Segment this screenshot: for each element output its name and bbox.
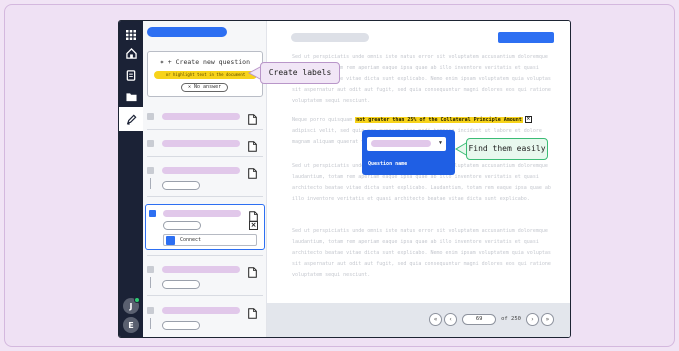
create-question-label[interactable]: ✶ + Create new question [148,58,262,66]
question-name-label: Question name [368,161,408,167]
document-icon[interactable] [248,110,257,129]
question-checkbox[interactable] [147,113,154,120]
document-paragraph: Sed ut perspiciatis unde omnis iste natu… [292,228,551,278]
divider [147,255,263,256]
sidebar-header-placeholder [147,27,227,37]
question-name-placeholder [371,140,431,147]
document-icon[interactable] [248,137,257,156]
answer-connector-line [150,277,151,288]
folder-icon[interactable] [123,89,139,105]
answer-connector-line [150,318,151,329]
avatar-initial: J [129,301,133,311]
question-name-placeholder [162,266,240,273]
selected-question-card[interactable]: × Connect [145,204,265,250]
close-icon[interactable]: × [249,221,258,230]
pen-icon[interactable] [119,107,143,131]
page-number-input[interactable]: 69 [462,313,497,325]
connect-button[interactable]: Connect [163,234,257,246]
document-icon[interactable] [123,67,139,83]
online-status-dot [134,297,140,303]
question-name-select[interactable]: ▼ [367,137,446,151]
document-icon[interactable] [248,164,257,183]
home-icon[interactable] [123,45,139,61]
document-icon[interactable] [248,263,257,282]
question-checkbox[interactable] [147,307,154,314]
document-title-placeholder [291,33,369,42]
page-total-label: of 250 [501,316,521,322]
question-name-placeholder [162,167,240,174]
question-checkbox[interactable] [147,140,154,147]
avatar[interactable]: J [123,297,140,314]
answer-field[interactable] [163,221,201,230]
answer-field[interactable] [162,321,200,330]
highlighted-text[interactable]: not greater than 25% of the Collateral P… [355,117,523,123]
close-icon[interactable]: × [524,116,532,123]
question-name-placeholder [162,113,240,120]
next-page-button[interactable]: › [526,312,539,326]
question-name-placeholder [162,307,240,314]
nav-rail: J E [119,21,143,337]
avatar-initial: E [128,320,134,330]
answer-connector-line [150,178,151,189]
question-name-placeholder [162,140,240,147]
question-name-placeholder [163,210,241,217]
divider [147,129,263,130]
app-window: J E ✶ + Create new question or highlight… [118,20,571,338]
pagination-bar: « ‹ 69 of 250 › » [267,303,570,337]
paragraph-text: Neque porro quisquam [292,117,353,123]
question-checkbox[interactable] [147,266,154,273]
question-checkbox-checked[interactable] [149,210,156,217]
prev-page-button[interactable]: ‹ [444,312,458,326]
grid-icon[interactable] [123,27,139,43]
find-easily-callout: Find them easily [466,138,548,160]
connect-label: Connect [180,237,202,243]
highlight-hint: or highlight text in the document [154,71,257,79]
primary-action-button[interactable] [498,32,554,43]
answer-field[interactable] [162,181,200,190]
question-checkbox[interactable] [147,167,154,174]
pagination: « ‹ 69 of 250 › » [429,312,554,326]
document-icon[interactable] [248,304,257,323]
connect-icon [166,236,175,245]
last-page-button[interactable]: » [541,312,554,326]
first-page-button[interactable]: « [429,312,443,326]
answer-field[interactable] [162,280,200,289]
create-labels-callout: Create labels [260,62,340,84]
create-question-card[interactable]: ✶ + Create new question or highlight tex… [147,51,263,97]
divider [147,295,263,296]
divider [147,156,263,157]
no-answer-button[interactable]: ✕ No answer [181,83,229,92]
avatar[interactable]: E [123,317,139,333]
caret-down-icon: ▼ [438,140,442,146]
question-name-popup: ▼ Question name [362,130,455,175]
divider [147,196,263,197]
